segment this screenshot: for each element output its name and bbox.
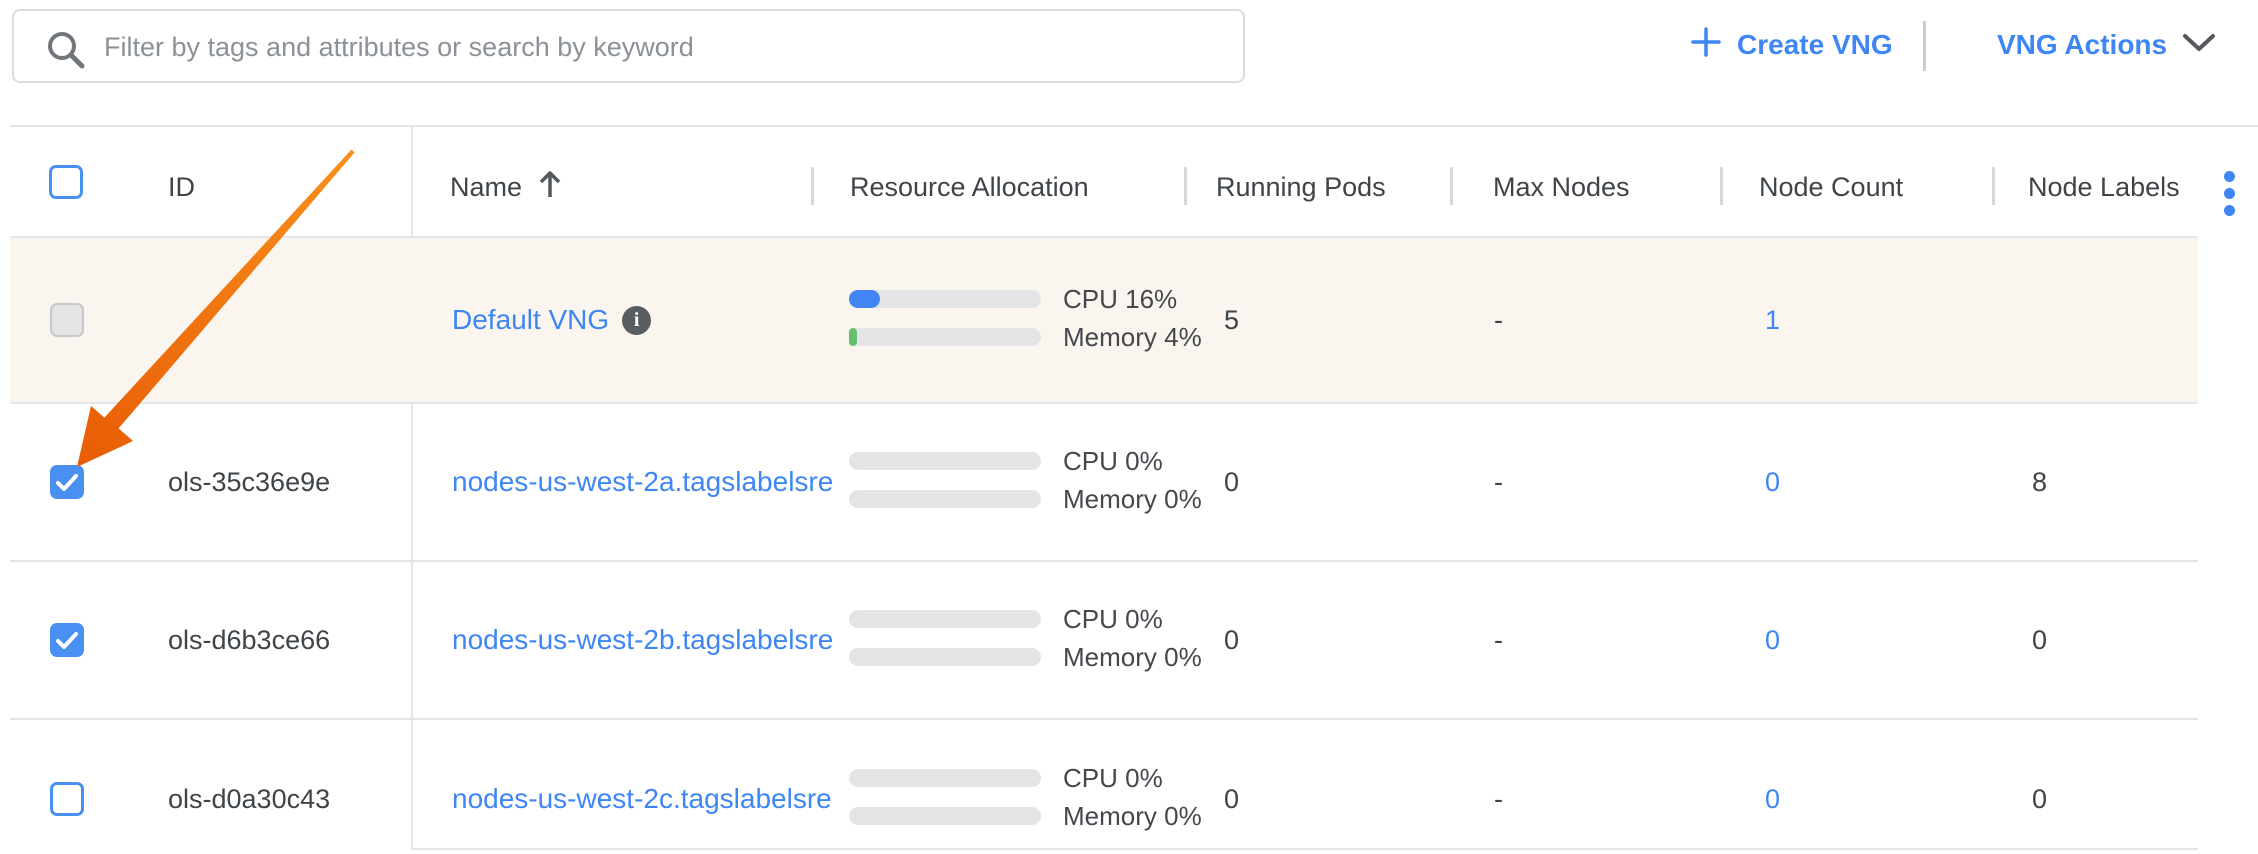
mem-usage-label: Memory 0% — [1063, 801, 1202, 831]
running-pods-value: 0 — [1224, 467, 1239, 497]
cpu-usage-label: CPU 0% — [1063, 763, 1163, 793]
table-row: Default VNG i CPU 16% Memory 4% 5 - 1 — [10, 238, 2198, 402]
name-cell: nodes-us-west-2c.tagslabelsre — [452, 782, 832, 816]
mem-usage-label: Memory 4% — [1063, 322, 1202, 352]
row-id: ols-d0a30c43 — [168, 784, 330, 814]
cpu-usage-label: CPU 16% — [1063, 284, 1177, 314]
info-icon[interactable]: i — [622, 306, 651, 335]
table-row: ols-d0a30c43 nodes-us-west-2c.tagslabelsr… — [10, 720, 2198, 854]
column-header-running-pods[interactable]: Running Pods — [1216, 172, 1386, 202]
toolbar-separator — [1923, 21, 1926, 71]
running-pods-value: 5 — [1224, 305, 1239, 335]
header-divider — [1450, 167, 1453, 205]
row-checkbox[interactable] — [50, 465, 84, 499]
search-input[interactable] — [102, 11, 1226, 83]
column-header-node-count[interactable]: Node Count — [1759, 172, 1903, 202]
header-divider — [1992, 167, 1995, 205]
row-checkbox[interactable] — [50, 623, 84, 657]
cpu-usage-bar — [849, 290, 1041, 308]
vng-actions-button[interactable]: VNG Actions — [1997, 18, 2216, 72]
vng-name-link[interactable]: Default VNG — [452, 303, 609, 337]
row-id: ols-d6b3ce66 — [168, 625, 330, 655]
max-nodes-value: - — [1494, 467, 1503, 497]
node-count-link[interactable]: 0 — [1765, 784, 1780, 814]
create-vng-label: Create VNG — [1737, 29, 1893, 61]
column-header-name[interactable]: Name — [450, 172, 563, 202]
row-id: ols-35c36e9e — [168, 467, 330, 497]
table-row: ols-d6b3ce66 nodes-us-west-2b.tagslabelsr… — [10, 562, 2198, 718]
cpu-usage-label: CPU 0% — [1063, 604, 1163, 634]
max-nodes-value: - — [1494, 305, 1503, 335]
cpu-usage-fill — [849, 290, 880, 308]
header-divider — [811, 167, 814, 205]
column-header-id[interactable]: ID — [168, 172, 195, 202]
sort-asc-icon — [537, 169, 563, 205]
max-nodes-value: - — [1494, 784, 1503, 814]
node-labels-value: 8 — [2032, 467, 2047, 497]
mem-usage-bar — [849, 490, 1041, 508]
name-cell: Default VNG i — [452, 303, 651, 337]
table-top-border — [10, 125, 2258, 127]
vng-actions-label: VNG Actions — [1997, 29, 2167, 61]
mem-usage-label: Memory 0% — [1063, 642, 1202, 672]
column-menu-icon[interactable] — [2224, 171, 2235, 216]
mem-usage-bar — [849, 648, 1041, 666]
select-all-checkbox[interactable] — [49, 165, 83, 199]
vng-name-link[interactable]: nodes-us-west-2a.tagslabelsre — [452, 465, 833, 499]
plus-icon — [1690, 26, 1722, 65]
mem-usage-bar — [849, 807, 1041, 825]
node-count-link[interactable]: 0 — [1765, 467, 1780, 497]
table-row: ols-35c36e9e nodes-us-west-2a.tagslabelsr… — [10, 404, 2198, 560]
cpu-usage-bar — [849, 610, 1041, 628]
row-separator — [10, 402, 2198, 404]
name-cell: nodes-us-west-2a.tagslabelsre — [452, 465, 833, 499]
node-labels-value: 0 — [2032, 625, 2047, 655]
row-checkbox — [50, 303, 84, 337]
vng-name-link[interactable]: nodes-us-west-2b.tagslabelsre — [452, 623, 833, 657]
max-nodes-value: - — [1494, 625, 1503, 655]
node-count-link[interactable]: 0 — [1765, 625, 1780, 655]
cpu-usage-label: CPU 0% — [1063, 446, 1163, 476]
create-vng-button[interactable]: Create VNG — [1690, 18, 1893, 72]
row-separator — [10, 560, 2198, 562]
cpu-usage-bar — [849, 452, 1041, 470]
mem-usage-fill — [849, 328, 857, 346]
column-header-node-labels[interactable]: Node Labels — [2028, 172, 2180, 202]
column-header-resource-allocation[interactable]: Resource Allocation — [850, 172, 1089, 202]
row-checkbox[interactable] — [50, 782, 84, 816]
node-labels-value: 0 — [2032, 784, 2047, 814]
mem-usage-label: Memory 0% — [1063, 484, 1202, 514]
row-separator — [10, 718, 2198, 720]
column-header-max-nodes[interactable]: Max Nodes — [1493, 172, 1630, 202]
search-icon — [44, 28, 88, 77]
running-pods-value: 0 — [1224, 625, 1239, 655]
mem-usage-bar — [849, 328, 1041, 346]
node-count-link[interactable]: 1 — [1765, 305, 1780, 335]
chevron-down-icon — [2182, 29, 2216, 61]
vng-page: Create VNG VNG Actions ID Name Resource — [0, 0, 2258, 854]
header-divider — [1720, 167, 1723, 205]
cpu-usage-bar — [849, 769, 1041, 787]
running-pods-value: 0 — [1224, 784, 1239, 814]
header-divider — [1184, 167, 1187, 205]
search-box — [12, 9, 1245, 83]
vng-name-link[interactable]: nodes-us-west-2c.tagslabelsre — [452, 782, 832, 816]
name-cell: nodes-us-west-2b.tagslabelsre — [452, 623, 833, 657]
